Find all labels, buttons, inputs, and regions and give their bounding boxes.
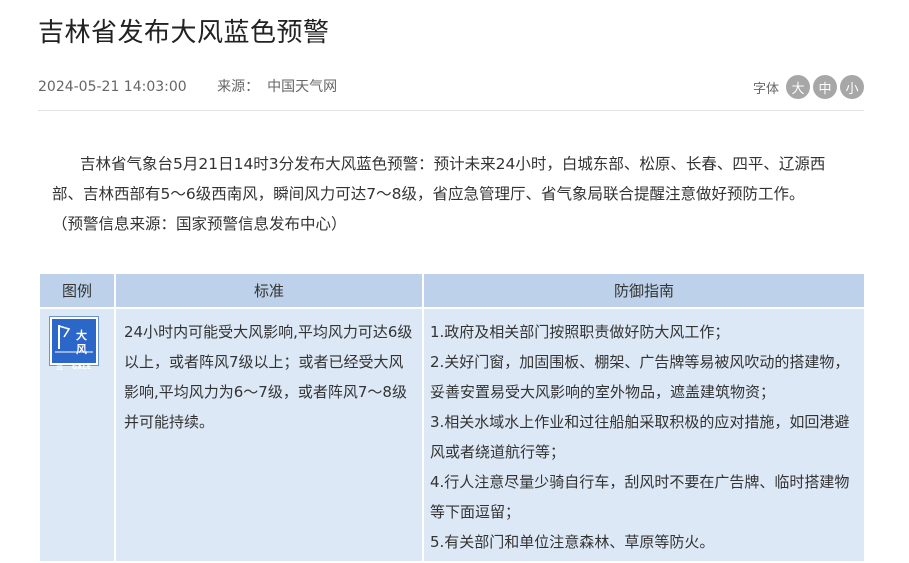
guide-cell: 1.政府及相关部门按照职责做好防大风工作； 2.关好门窗，加固围板、棚架、广告牌…	[422, 307, 866, 563]
source-label: 来源：	[217, 79, 260, 95]
header-divider	[38, 110, 864, 111]
standard-cell: 24小时内可能受大风影响,平均风力可达6级以上，或者阵风7级以上；或者已经受大风…	[114, 307, 424, 563]
article-meta: 2024-05-21 14:03:00 来源： 中国天气网	[38, 76, 337, 96]
guideline-item: 3.相关水域水上作业和过往船舶采取积极的应对措施，如回港避风或者绕道航行等；	[430, 413, 850, 461]
guideline-item: 4.行人注意尽量少骑自行车，刮风时不要在广告牌、临时搭建物等下面逗留；	[430, 473, 850, 521]
gale-blue-warning-icon: 大 风 蓝 GALE	[50, 317, 98, 371]
font-small-button[interactable]: 小	[840, 75, 864, 99]
defense-guide-table: 图例 标准 防御指南 大 风 蓝 GALE 24小时内可能受大风影响,平均风力可…	[38, 272, 866, 563]
icon-level: 蓝	[56, 363, 63, 371]
source-note: （预警信息来源：国家预警信息发布中心）	[52, 215, 347, 233]
font-medium-button[interactable]: 中	[813, 75, 837, 99]
header-legend: 图例	[38, 272, 116, 309]
article-title: 吉林省发布大风蓝色预警	[38, 18, 330, 48]
font-size-switcher: 字体 大 中 小	[753, 75, 864, 99]
font-large-button[interactable]: 大	[786, 75, 810, 99]
guideline-item: 5.有关部门和单位注意森林、草原等防火。	[430, 533, 715, 551]
legend-cell: 大 风 蓝 GALE	[38, 307, 116, 563]
publish-date: 2024-05-21 14:03:00	[38, 79, 187, 95]
font-size-label: 字体	[752, 81, 779, 97]
guideline-item: 2.关好门窗，加固围板、棚架、广告牌等易被风吹动的搭建物，妥善安置易受大风影响的…	[430, 353, 850, 401]
table-header-row: 图例 标准 防御指南	[38, 272, 866, 309]
icon-english: GALE	[72, 364, 92, 371]
header-standard: 标准	[114, 272, 424, 309]
guideline-item: 1.政府及相关部门按照职责做好防大风工作；	[430, 323, 730, 341]
table-row: 大 风 蓝 GALE 24小时内可能受大风影响,平均风力可达6级以上，或者阵风7…	[38, 307, 866, 563]
source-value: 中国天气网	[267, 79, 338, 95]
header-guide: 防御指南	[422, 272, 866, 309]
warning-paragraph: 吉林省气象台5月21日14时3分发布大风蓝色预警：预计未来24小时，白城东部、松…	[52, 155, 826, 203]
article-body: 吉林省气象台5月21日14时3分发布大风蓝色预警：预计未来24小时，白城东部、松…	[52, 149, 832, 239]
